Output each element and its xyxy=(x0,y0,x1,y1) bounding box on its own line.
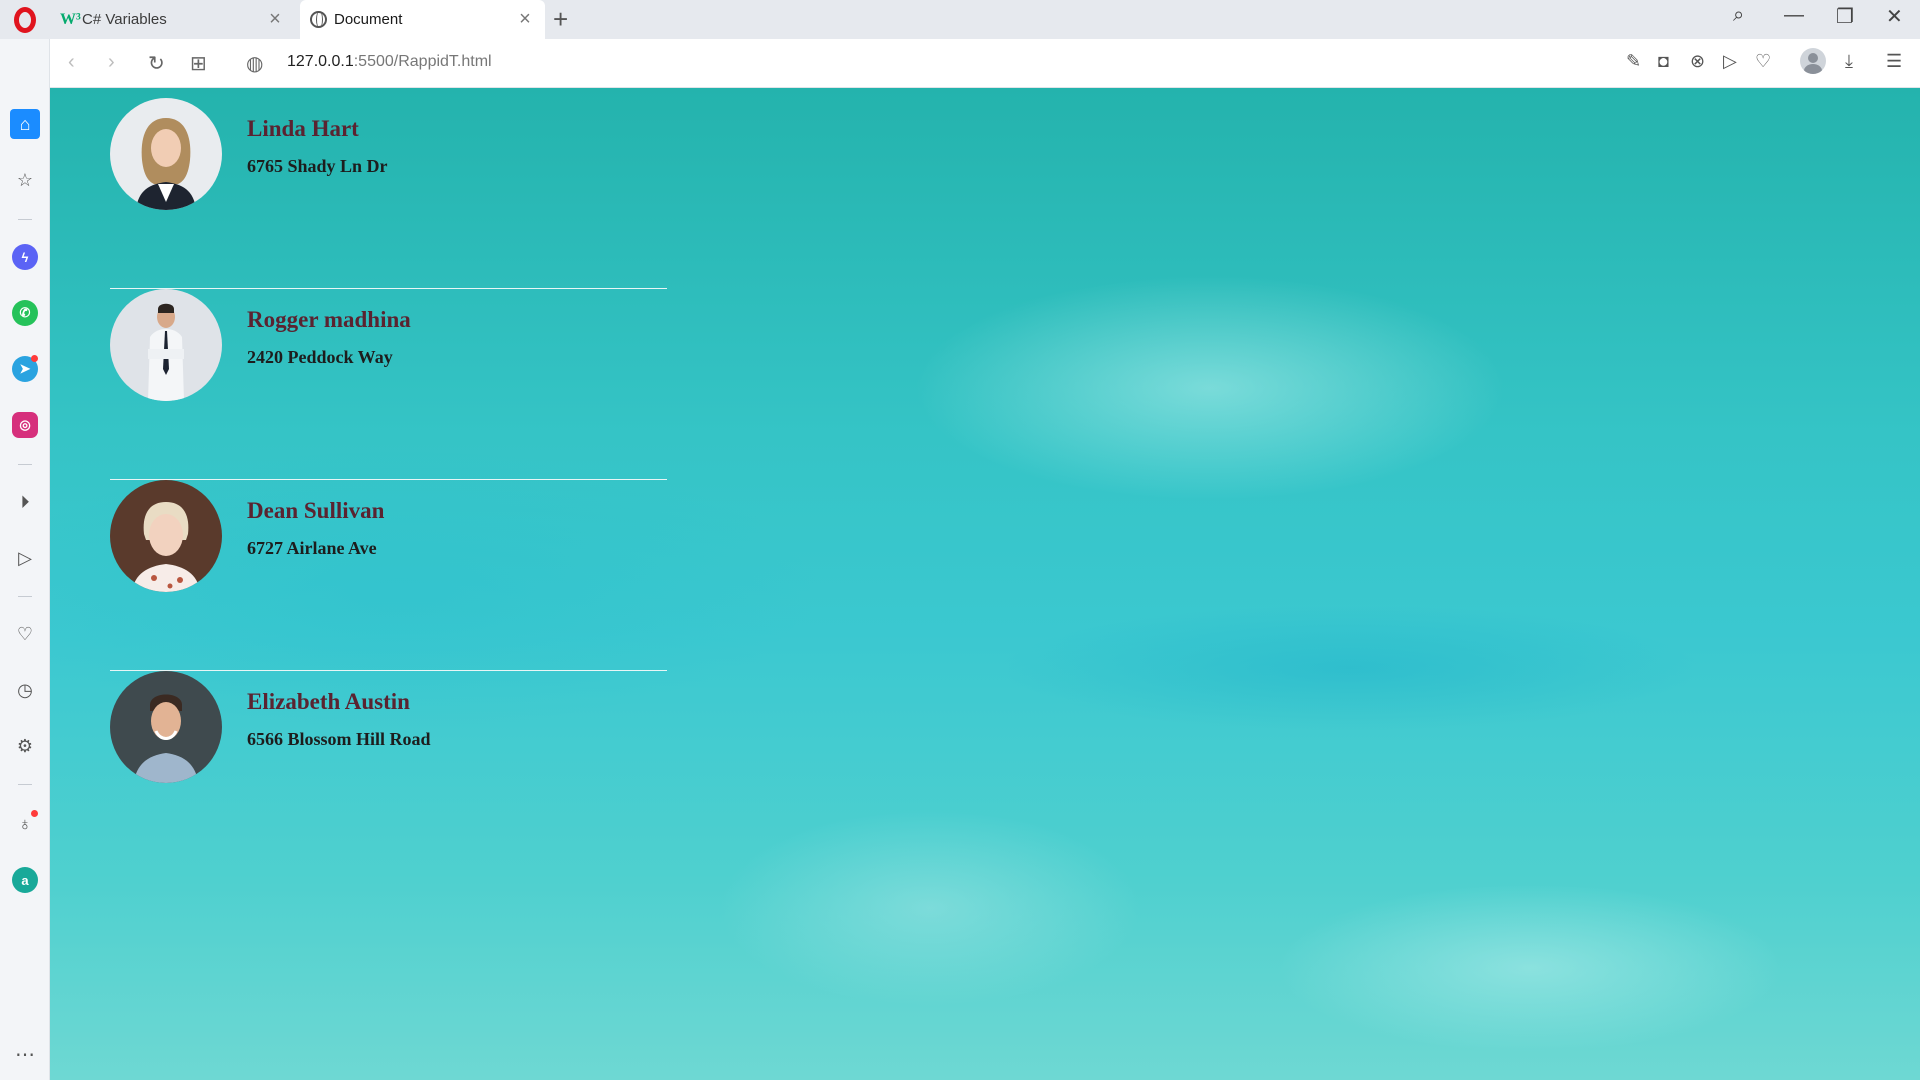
contact-address: 6566 Blossom Hill Road xyxy=(247,729,431,749)
home-icon[interactable]: ⌂ xyxy=(10,109,40,139)
contact-card: Dean Sullivan 6727 Airlane Ave xyxy=(110,480,667,671)
messenger-icon[interactable]: ϟ xyxy=(12,244,38,270)
avatar xyxy=(110,289,222,401)
notification-dot xyxy=(31,355,38,362)
history-icon[interactable]: ◷ xyxy=(12,677,38,703)
url-field[interactable]: 127.0.0.1:5500/RappidT.html xyxy=(287,53,492,71)
contact-address: 6765 Shady Ln Dr xyxy=(247,156,388,176)
sidebar-separator xyxy=(18,596,32,597)
contact-card: Linda Hart 6765 Shady Ln Dr xyxy=(110,98,667,289)
adblock-icon[interactable]: ⊗ xyxy=(1690,51,1705,72)
sidebar-separator xyxy=(18,784,32,785)
contact-card: Elizabeth Austin 6566 Blossom Hill Road xyxy=(110,671,667,862)
sidebar-separator xyxy=(18,464,32,465)
edit-icon[interactable]: ✎ xyxy=(1626,51,1641,72)
contact-name: Rogger madhina xyxy=(247,307,411,332)
close-icon[interactable]: × xyxy=(515,8,535,31)
search-icon[interactable]: ⌕ xyxy=(1733,4,1744,27)
contact-name: Dean Sullivan xyxy=(247,498,385,523)
minimize-icon[interactable]: — xyxy=(1784,4,1804,27)
contact-address: 6727 Airlane Ave xyxy=(247,538,377,558)
contact-name: Linda Hart xyxy=(247,116,359,141)
avatar xyxy=(110,98,222,210)
contact-list: Linda Hart 6765 Shady Ln Dr Rogger madhi… xyxy=(110,98,667,862)
close-icon[interactable]: × xyxy=(265,8,285,31)
tab-strip: W³ C# Variables × Document × + ⌕ — ❐ ✕ xyxy=(0,0,1920,39)
address-bar: ‹ › ↻ ⊞ ◍ 127.0.0.1:5500/RappidT.html ✎ … xyxy=(50,39,1920,88)
tab-title: C# Variables xyxy=(82,11,167,28)
contact-card: Rogger madhina 2420 Peddock Way xyxy=(110,289,667,480)
whatsapp-icon[interactable]: ✆ xyxy=(12,300,38,326)
tab-title: Document xyxy=(334,11,403,28)
url-host: 127.0.0.1 xyxy=(287,53,354,70)
star-icon[interactable]: ☆ xyxy=(12,167,38,193)
send-icon[interactable]: ▷ xyxy=(1723,51,1737,72)
reload-icon[interactable]: ↻ xyxy=(148,51,165,76)
avatar xyxy=(110,671,222,783)
settings-icon[interactable]: ⚙ xyxy=(12,733,38,759)
notification-dot xyxy=(31,810,38,817)
tab-document[interactable]: Document × xyxy=(300,0,545,39)
contact-name: Elizabeth Austin xyxy=(247,689,410,714)
download-icon[interactable]: ⤓ xyxy=(1845,51,1853,72)
tab-csharp-variables[interactable]: W³ C# Variables × xyxy=(50,0,295,39)
w3schools-icon: W³ xyxy=(60,10,81,28)
player-icon[interactable]: ⏵ xyxy=(12,489,38,515)
heart-icon[interactable]: ♡ xyxy=(1755,51,1771,72)
sidebar-separator xyxy=(18,219,32,220)
opera-logo-icon[interactable] xyxy=(14,7,36,33)
back-icon[interactable]: ‹ xyxy=(68,51,75,74)
browser-window: W³ C# Variables × Document × + ⌕ — ❐ ✕ ‹… xyxy=(0,0,1920,1080)
aria-icon[interactable]: a xyxy=(12,867,38,893)
page-content: Linda Hart 6765 Shady Ln Dr Rogger madhi… xyxy=(50,88,1920,1080)
send-icon[interactable]: ▷ xyxy=(12,545,38,571)
avatar xyxy=(110,480,222,592)
globe-icon xyxy=(310,11,327,28)
close-window-icon[interactable]: ✕ xyxy=(1886,4,1903,29)
sidebar: ⌂ ☆ ϟ ✆ ➤ ◎ ⏵ ▷ ♡ ◷ ⚙ ♁ a ⋯ xyxy=(0,39,50,1080)
profile-avatar-icon[interactable] xyxy=(1800,48,1826,74)
instagram-icon[interactable]: ◎ xyxy=(12,412,38,438)
restore-icon[interactable]: ❐ xyxy=(1836,4,1854,29)
url-path: :5500/RappidT.html xyxy=(353,53,492,70)
easy-setup-icon[interactable]: ☰ xyxy=(1886,51,1902,72)
site-info-icon[interactable]: ◍ xyxy=(246,51,263,76)
camera-icon[interactable]: ◘ xyxy=(1658,51,1669,72)
contact-address: 2420 Peddock Way xyxy=(247,347,393,367)
more-icon[interactable]: ⋯ xyxy=(12,1041,38,1067)
new-tab-button[interactable]: + xyxy=(553,4,568,35)
heart-icon[interactable]: ♡ xyxy=(12,621,38,647)
forward-icon[interactable]: › xyxy=(108,51,115,74)
tab-grid-icon[interactable]: ⊞ xyxy=(190,51,207,76)
